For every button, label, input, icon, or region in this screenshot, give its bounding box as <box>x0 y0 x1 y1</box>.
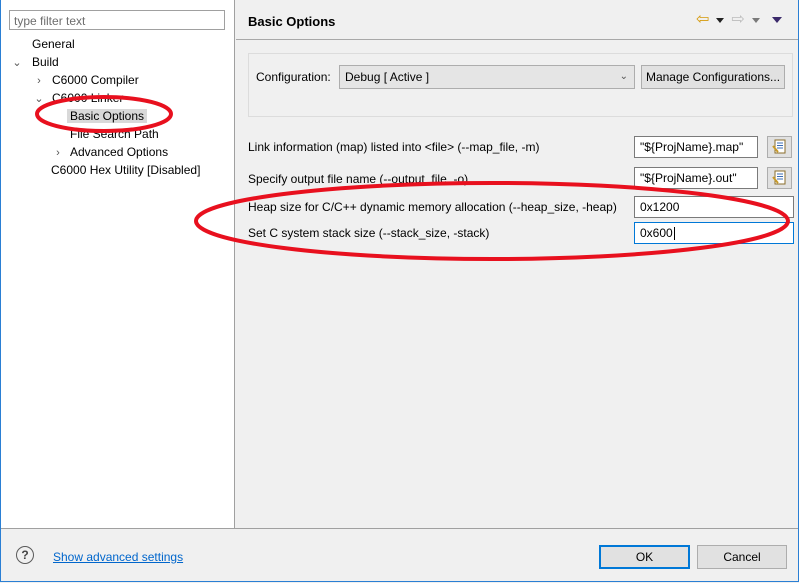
tree-item-label: C6000 Linker <box>52 91 124 105</box>
tree-item-basic-options[interactable]: Basic Options <box>67 107 148 125</box>
stack-size-input[interactable]: 0x600 <box>634 222 794 244</box>
tree-item-file-search-path[interactable]: File Search Path <box>70 125 159 143</box>
tree-item-c6000-compiler[interactable]: › C6000 Compiler <box>32 71 139 89</box>
chevron-down-icon[interactable]: ⌄ <box>32 90 46 108</box>
stack-size-label: Set C system stack size (--stack_size, -… <box>248 226 490 240</box>
manage-configurations-button[interactable]: Manage Configurations... <box>641 65 785 89</box>
cancel-button[interactable]: Cancel <box>697 545 787 569</box>
map-file-input[interactable]: "${ProjName}.map" <box>634 136 758 158</box>
tree-item-label: C6000 Compiler <box>52 73 139 87</box>
chevron-down-icon: ⌄ <box>619 71 628 82</box>
tree-item-label: General <box>32 37 75 51</box>
heap-size-label: Heap size for C/C++ dynamic memory alloc… <box>248 200 617 214</box>
title-separator <box>236 39 798 40</box>
tree-item-build[interactable]: ⌄ Build <box>10 53 59 72</box>
property-tree-pane: type filter text General ⌄ Build › C6000 C… <box>1 0 235 528</box>
configuration-label: Configuration: <box>256 70 331 84</box>
edit-document-icon <box>772 139 786 154</box>
page-navigation: ⇦ ⇨ <box>696 12 787 28</box>
chevron-right-icon[interactable]: › <box>51 144 65 162</box>
text-caret <box>673 227 675 241</box>
stack-size-value: 0x600 <box>640 226 673 240</box>
map-file-variables-button[interactable] <box>767 136 792 158</box>
show-advanced-settings-link[interactable]: Show advanced settings <box>53 550 183 564</box>
heap-size-input[interactable]: 0x1200 <box>634 196 794 218</box>
tree-item-label: Advanced Options <box>70 145 169 159</box>
tree-item-c6000-hex-utility[interactable]: C6000 Hex Utility [Disabled] <box>51 161 200 179</box>
configuration-value: Debug [ Active ] <box>345 70 430 84</box>
tree-item-general[interactable]: General <box>18 35 75 53</box>
output-file-label: Specify output file name (--output_file,… <box>248 172 469 186</box>
tree-item-c6000-linker[interactable]: ⌄ C6000 Linker <box>32 89 123 107</box>
forward-arrow-icon[interactable]: ⇨ <box>731 12 744 28</box>
edit-document-icon <box>772 170 786 185</box>
back-menu-icon[interactable] <box>716 17 725 23</box>
back-arrow-icon[interactable]: ⇦ <box>696 12 709 28</box>
tree-item-label: Basic Options <box>67 109 148 123</box>
view-menu-icon[interactable] <box>771 17 782 23</box>
ok-button[interactable]: OK <box>599 545 690 569</box>
tree-item-label: Build <box>32 55 59 69</box>
chevron-down-icon[interactable]: ⌄ <box>10 54 24 72</box>
help-icon[interactable]: ? <box>16 546 34 564</box>
chevron-right-icon[interactable]: › <box>32 72 46 90</box>
tree-item-label: File Search Path <box>70 127 159 141</box>
map-file-label: Link information (map) listed into <file… <box>248 140 540 154</box>
output-file-input[interactable]: "${ProjName}.out" <box>634 167 758 189</box>
tree-item-label: C6000 Hex Utility [Disabled] <box>51 163 201 177</box>
output-file-variables-button[interactable] <box>767 167 792 189</box>
footer-separator <box>1 528 798 529</box>
filter-input[interactable]: type filter text <box>9 10 225 30</box>
forward-menu-icon[interactable] <box>751 17 760 23</box>
page-title: Basic Options <box>248 14 336 29</box>
tree-item-advanced-options[interactable]: › Advanced Options <box>51 143 168 161</box>
configuration-select[interactable]: Debug [ Active ] ⌄ <box>339 65 635 89</box>
